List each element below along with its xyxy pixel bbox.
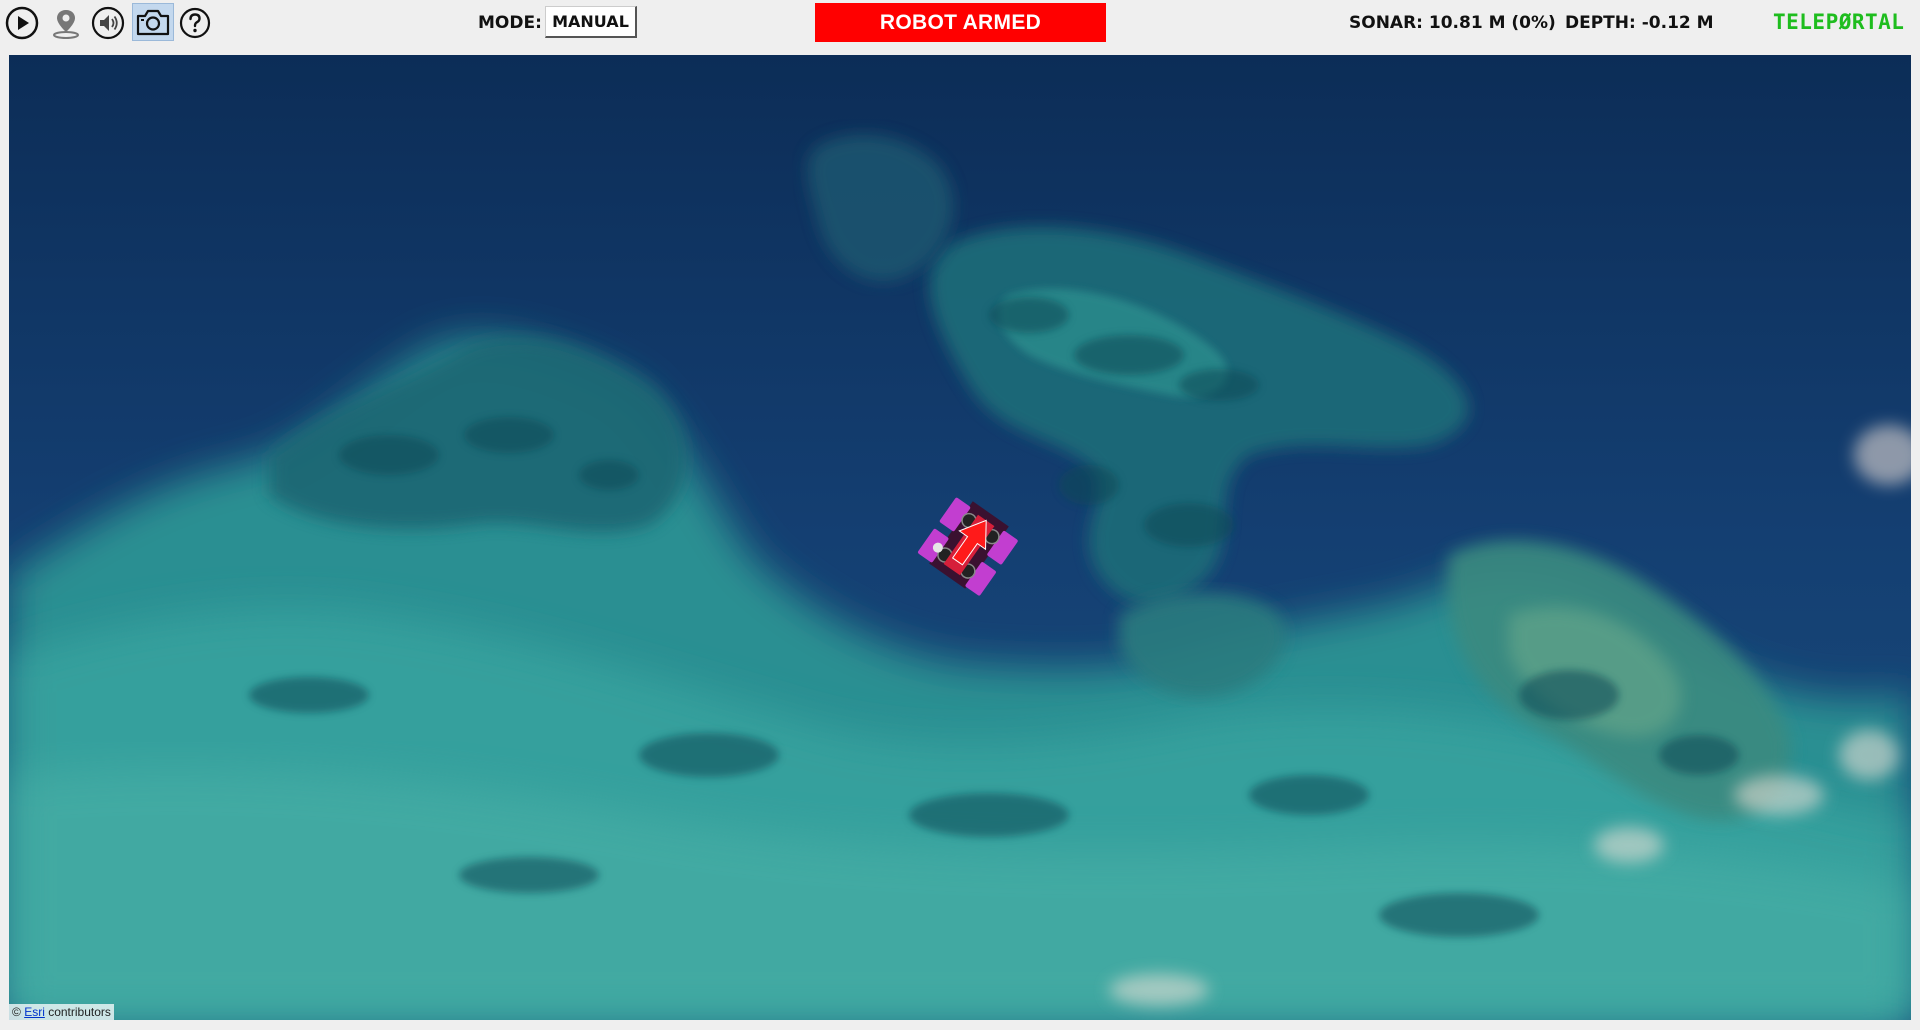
sonar-readout: SONAR: 10.81 M (0%): [1349, 13, 1556, 33]
attribution-prefix: ©: [12, 1005, 21, 1019]
play-icon[interactable]: [4, 5, 40, 41]
rov-icon: [918, 497, 1018, 596]
help-icon[interactable]: [177, 5, 213, 41]
esri-link[interactable]: Esri: [24, 1005, 45, 1019]
location-pin-icon[interactable]: [48, 5, 84, 41]
satellite-map[interactable]: © Esri contributors: [9, 55, 1911, 1020]
robot-marker[interactable]: [914, 490, 1024, 600]
speaker-icon[interactable]: [90, 5, 126, 41]
camera-icon[interactable]: [132, 3, 174, 41]
mode-label: MODE:: [478, 13, 542, 33]
map-attribution: © Esri contributors: [9, 1004, 114, 1020]
mode-selector[interactable]: MANUAL: [545, 6, 637, 38]
attribution-suffix: contributors: [48, 1005, 111, 1019]
top-toolbar: MODE: MANUAL ROBOT ARMED SONAR: 10.81 M …: [0, 0, 1920, 54]
depth-readout: DEPTH: -0.12 M: [1565, 13, 1714, 33]
armed-status-banner[interactable]: ROBOT ARMED: [815, 3, 1106, 42]
brand-logo: TELEPØRTAL: [1773, 10, 1905, 34]
